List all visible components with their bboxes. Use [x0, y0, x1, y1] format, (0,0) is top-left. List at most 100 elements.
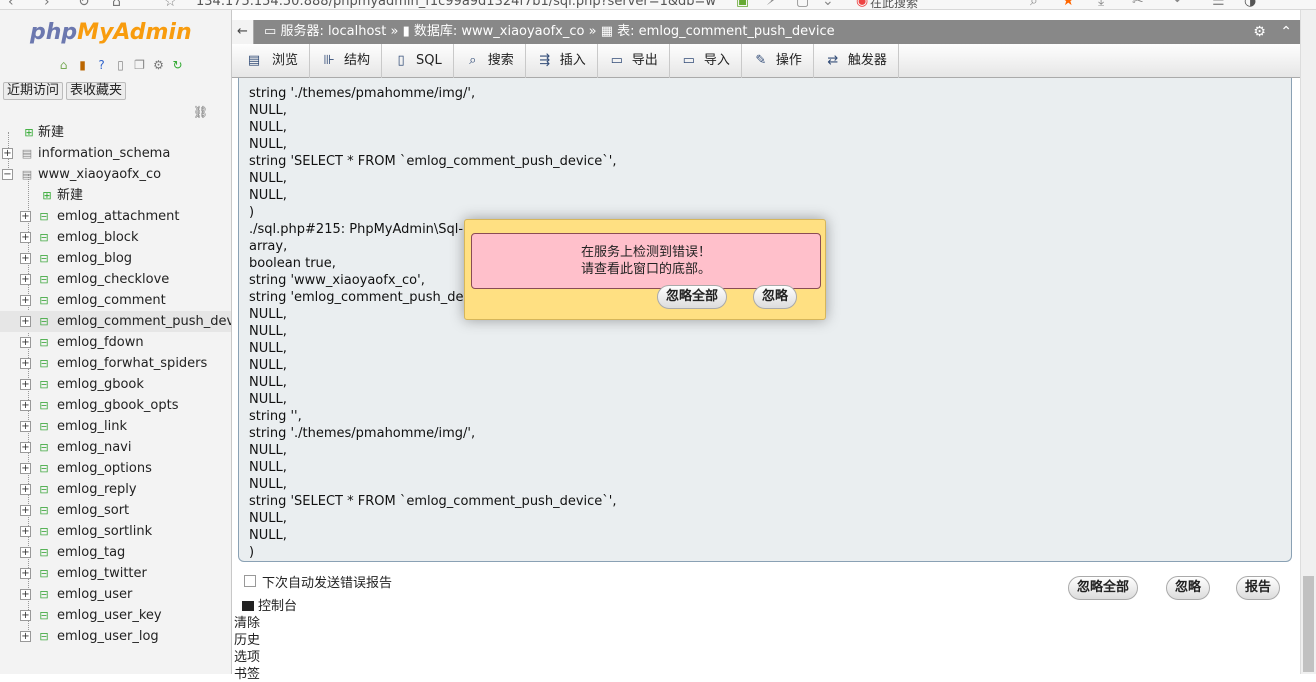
breadcrumb-server[interactable]: 服务器: localhost — [280, 24, 386, 39]
ignore-button[interactable]: 忽略 — [1166, 576, 1211, 600]
table-row[interactable]: + ⊟ emlog_comment — [0, 290, 231, 311]
address-bar[interactable]: 134.175.154.50:888/phpmyadmin_f1c99a9d13… — [196, 0, 716, 9]
table-row[interactable]: + ⊟ emlog_attachment — [0, 206, 231, 227]
expand-icon[interactable]: + — [20, 337, 31, 348]
settings-icon[interactable]: ⚙ — [151, 58, 166, 73]
copy-icon[interactable]: ❐ — [132, 58, 147, 73]
settings-icon[interactable]: ⚙ — [1253, 24, 1266, 40]
table-row[interactable]: + ⊟ emlog_link — [0, 416, 231, 437]
tab-browse[interactable]: ▤ 浏览 — [232, 44, 311, 78]
tree-item-new-table[interactable]: ⊞ 新建 — [0, 185, 231, 206]
download-icon[interactable]: ⤓ — [1098, 0, 1104, 9]
table-row[interactable]: + ⊟ emlog_user_log — [0, 626, 231, 647]
tree-item-information-schema[interactable]: + ▤ information_schema — [0, 143, 231, 164]
expand-icon[interactable]: + — [20, 253, 31, 264]
table-row[interactable]: + ⊟ emlog_sort — [0, 500, 231, 521]
breadcrumb-database[interactable]: 数据库: www_xiaoyaofx_co — [414, 24, 585, 39]
page-scrollbar[interactable] — [1300, 10, 1316, 674]
link-icon[interactable]: ⛓ — [193, 105, 208, 119]
docs-icon[interactable]: ▯ — [113, 58, 128, 73]
tab-icon[interactable]: ▢ — [796, 0, 809, 9]
expand-icon[interactable]: + — [20, 463, 31, 474]
expand-icon[interactable]: + — [20, 484, 31, 495]
reload-icon[interactable]: ↻ — [78, 0, 90, 9]
star-icon[interactable]: ☆ — [164, 0, 177, 9]
table-row[interactable]: + ⊟ emlog_user_key — [0, 605, 231, 626]
expand-icon[interactable]: + — [20, 568, 31, 579]
bookmark-icon[interactable]: ★ — [1062, 0, 1075, 9]
expand-icon[interactable]: + — [20, 589, 31, 600]
favorite-tables-button[interactable]: 表收藏夹 — [66, 82, 127, 100]
tab-triggers[interactable]: ⇄ 触发器 — [814, 44, 899, 78]
forward-icon[interactable]: › — [44, 0, 50, 9]
expand-icon[interactable]: + — [20, 505, 31, 516]
expand-icon[interactable]: + — [20, 526, 31, 537]
expand-icon[interactable]: + — [20, 421, 31, 432]
table-row[interactable]: + ⊟ emlog_tag — [0, 542, 231, 563]
tab-export[interactable]: ▭ 导出 — [598, 44, 670, 78]
collapse-nav-icon[interactable]: ← — [232, 20, 254, 44]
collapse-icon[interactable]: − — [2, 169, 13, 180]
table-row[interactable]: + ⊟ emlog_sortlink — [0, 521, 231, 542]
expand-icon[interactable]: + — [20, 400, 31, 411]
expand-icon[interactable]: + — [20, 379, 31, 390]
recent-tables-button[interactable]: 近期访问 — [3, 82, 64, 100]
console-bookmarks[interactable]: 书签 — [234, 663, 260, 682]
expand-icon[interactable]: + — [2, 148, 13, 159]
table-row[interactable]: + ⊟ emlog_navi — [0, 437, 231, 458]
breadcrumb-table[interactable]: 表: emlog_comment_push_device — [617, 24, 834, 39]
table-row[interactable]: + ⊟ emlog_gbook_opts — [0, 395, 231, 416]
report-button[interactable]: 报告 — [1236, 576, 1281, 600]
table-row[interactable]: + ⊟ emlog_twitter — [0, 563, 231, 584]
table-row[interactable]: + ⊟ emlog_block — [0, 227, 231, 248]
table-row[interactable]: + ⊟ emlog_forwhat_spiders — [0, 353, 231, 374]
table-row[interactable]: + ⊟ emlog_reply — [0, 479, 231, 500]
expand-icon[interactable]: + — [20, 442, 31, 453]
tree-item-new-database[interactable]: ⊞ 新建 — [0, 122, 231, 143]
expand-icon[interactable]: + — [20, 358, 31, 369]
table-row[interactable]: + ⊟ emlog_fdown — [0, 332, 231, 353]
search-icon[interactable]: ⌕ — [1030, 0, 1038, 9]
scrollbar-thumb[interactable] — [1303, 576, 1314, 672]
tab-structure[interactable]: ⊪ 结构 — [310, 44, 383, 78]
expand-icon[interactable]: + — [20, 274, 31, 285]
ignore-all-button[interactable]: 忽略全部 — [1068, 576, 1139, 600]
home-icon[interactable]: ⌂ — [56, 58, 71, 73]
tab-import[interactable]: ▭ 导入 — [670, 44, 742, 78]
table-row[interactable]: + ⊟ emlog_user — [0, 584, 231, 605]
restore-icon[interactable]: ◑ — [1244, 0, 1256, 9]
dialog-ignore-all-button[interactable]: 忽略全部 — [657, 285, 728, 309]
refresh-icon[interactable]: ↻ — [170, 58, 185, 73]
tab-operations[interactable]: ✎ 操作 — [742, 44, 814, 78]
browser-search-input[interactable]: 在此搜索 — [870, 0, 918, 9]
logout-icon[interactable]: ▮ — [75, 58, 90, 73]
expand-icon[interactable]: + — [20, 316, 31, 327]
menu-icon[interactable]: ☰ — [1212, 0, 1225, 9]
table-row[interactable]: + ⊟ emlog_blog — [0, 248, 231, 269]
expand-icon[interactable]: + — [20, 610, 31, 621]
lightning-icon[interactable]: ⚡ — [766, 0, 776, 9]
scissors-icon[interactable]: ✂ — [1132, 0, 1144, 9]
tab-sql[interactable]: ▯ SQL — [382, 44, 454, 78]
table-row[interactable]: + ⊟ emlog_options — [0, 458, 231, 479]
back-icon[interactable]: ‹ — [8, 0, 14, 9]
table-row[interactable]: + ⊟ emlog_checklove — [0, 269, 231, 290]
expand-icon[interactable]: + — [20, 295, 31, 306]
tab-search[interactable]: ⌕ 搜索 — [454, 44, 526, 78]
auto-send-checkbox[interactable] — [244, 575, 256, 587]
tab-insert[interactable]: ⇶ 插入 — [526, 44, 598, 78]
expand-icon[interactable]: + — [20, 631, 31, 642]
expand-icon[interactable]: + — [20, 547, 31, 558]
compat-mode-icon[interactable]: ▣ — [736, 0, 749, 9]
home-icon[interactable]: ⌂ — [112, 0, 121, 9]
undo-icon[interactable]: ↶ — [1174, 0, 1186, 9]
table-row-selected[interactable]: +⊟emlog_comment_push_device — [0, 311, 231, 332]
collapse-up-icon[interactable]: ⌃ — [1280, 24, 1292, 40]
help-icon[interactable]: ? — [94, 58, 109, 73]
expand-icon[interactable]: + — [20, 211, 31, 222]
phpmyadmin-logo[interactable]: phpMyAdmin — [30, 20, 192, 45]
dialog-ignore-button[interactable]: 忽略 — [753, 285, 798, 309]
table-row[interactable]: + ⊟ emlog_gbook — [0, 374, 231, 395]
tree-item-www-xiaoyaofx-co[interactable]: − ▤ www_xiaoyaofx_co — [0, 164, 231, 185]
chevron-down-icon[interactable]: ⌄ — [822, 0, 834, 9]
